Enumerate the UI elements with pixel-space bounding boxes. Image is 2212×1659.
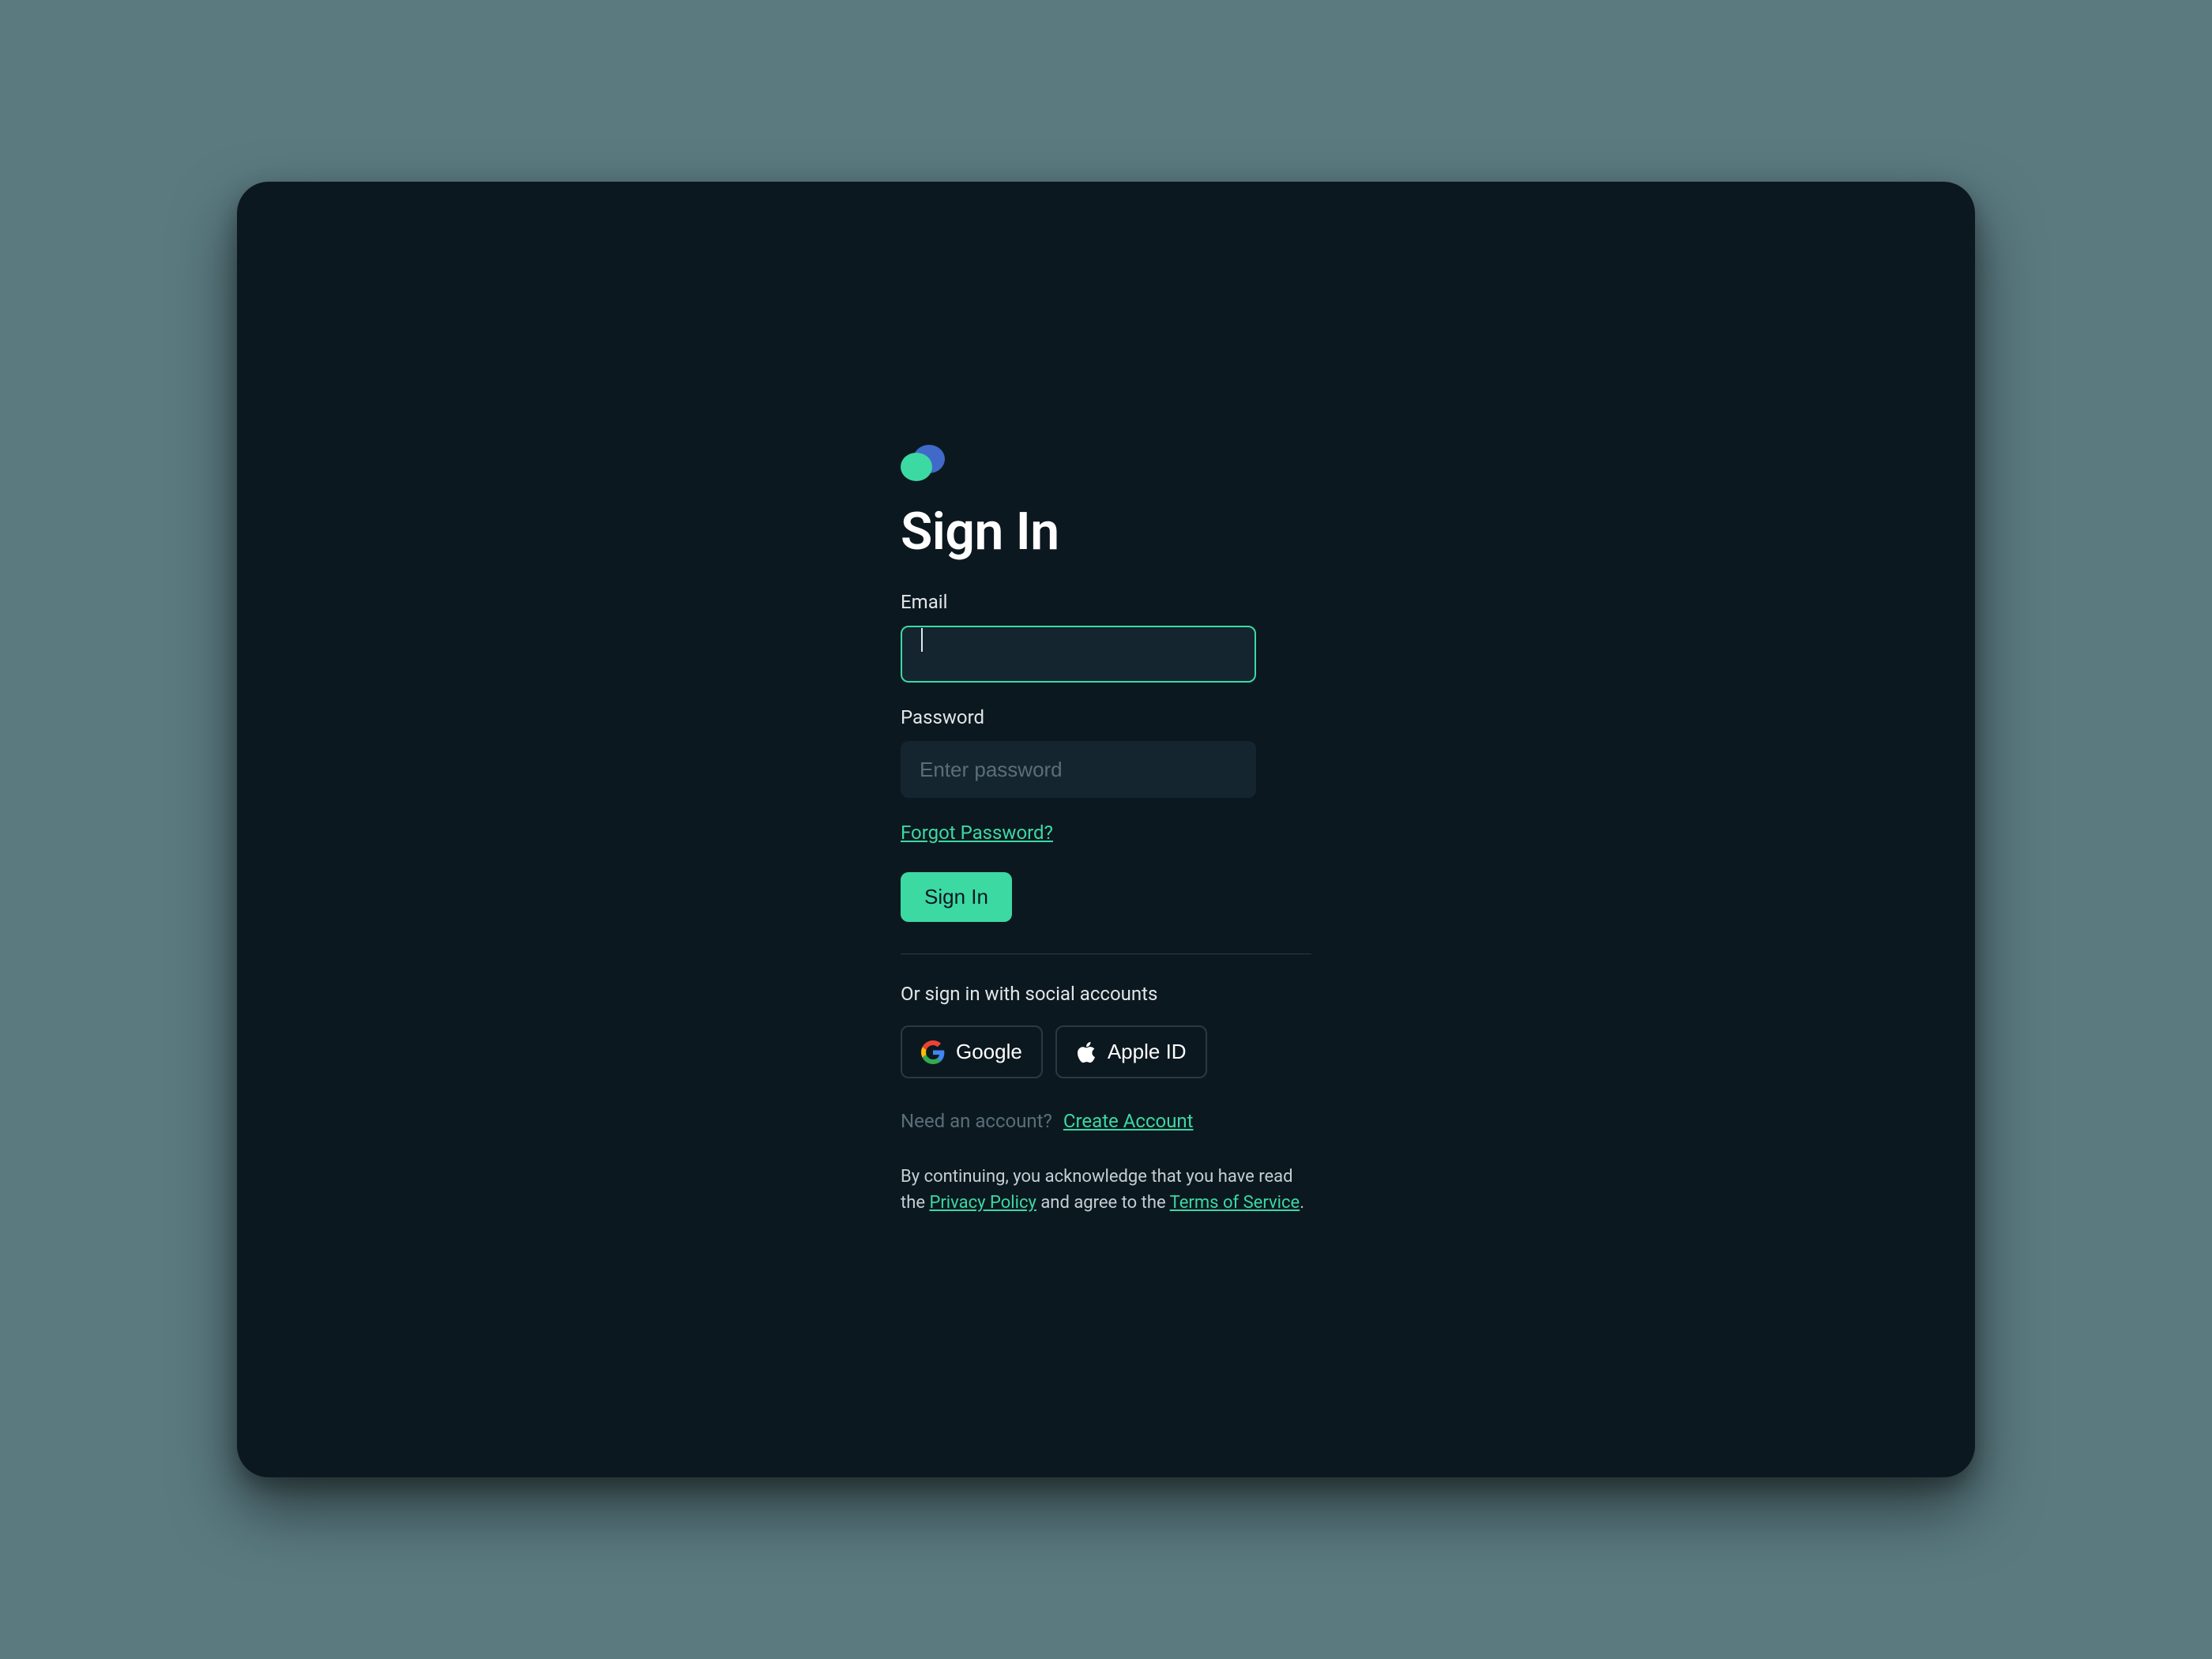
text-cursor-icon	[921, 628, 923, 652]
email-field[interactable]	[901, 626, 1256, 683]
terms-of-service-link[interactable]: Terms of Service	[1170, 1193, 1300, 1213]
legal-mid: and agree to the	[1036, 1193, 1170, 1213]
forgot-password-link[interactable]: Forgot Password?	[901, 822, 1053, 844]
email-label: Email	[901, 591, 947, 613]
logo-circle-left-icon	[901, 453, 932, 481]
apple-icon	[1076, 1040, 1097, 1064]
apple-button-label: Apple ID	[1108, 1040, 1187, 1064]
google-button-label: Google	[956, 1040, 1022, 1064]
social-buttons-row: Google Apple ID	[901, 1025, 1207, 1078]
google-sign-in-button[interactable]: Google	[901, 1025, 1043, 1078]
legal-text: By continuing, you acknowledge that you …	[901, 1164, 1311, 1216]
brand-logo	[901, 443, 948, 483]
create-account-row: Need an account? Create Account	[901, 1110, 1194, 1132]
sign-in-form: Sign In Email Password Forgot Password? …	[901, 443, 1311, 1216]
sign-in-button[interactable]: Sign In	[901, 872, 1012, 922]
page-title: Sign In	[901, 502, 1059, 562]
google-icon	[921, 1040, 945, 1064]
social-section-label: Or sign in with social accounts	[901, 983, 1157, 1005]
password-field[interactable]	[901, 741, 1256, 798]
apple-sign-in-button[interactable]: Apple ID	[1055, 1025, 1207, 1078]
create-account-link[interactable]: Create Account	[1063, 1110, 1194, 1132]
need-account-text: Need an account?	[901, 1110, 1052, 1132]
sign-in-window: Sign In Email Password Forgot Password? …	[237, 182, 1975, 1477]
privacy-policy-link[interactable]: Privacy Policy	[929, 1193, 1036, 1213]
password-label: Password	[901, 706, 984, 728]
legal-post: .	[1300, 1193, 1304, 1213]
